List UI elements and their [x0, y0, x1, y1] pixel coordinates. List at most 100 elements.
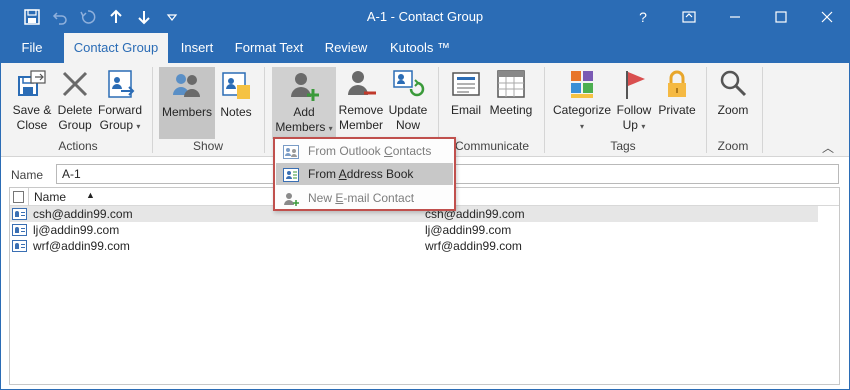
- categorize-button[interactable]: Categorize ▾: [552, 67, 612, 134]
- maximize-icon[interactable]: [758, 0, 804, 33]
- lock-icon: [660, 67, 694, 101]
- update-now-button[interactable]: Update Now: [386, 67, 430, 133]
- title-bar: A-1 - Contact Group ?: [0, 0, 850, 33]
- zoom-icon: [716, 67, 750, 101]
- column-header-name[interactable]: Name: [34, 190, 66, 204]
- add-members-icon: [287, 69, 321, 103]
- members-button[interactable]: Members: [159, 67, 215, 139]
- email-icon: [449, 67, 483, 101]
- tab-insert[interactable]: Insert: [174, 33, 220, 63]
- flag-icon: [617, 67, 651, 101]
- forward-group-icon: [103, 67, 137, 101]
- email-label: Email: [450, 103, 481, 117]
- menu-label-post: ontacts: [392, 144, 432, 158]
- notes-label: Notes: [220, 105, 252, 119]
- menu-label-pre: From Outlook: [308, 144, 385, 158]
- email-button[interactable]: Email: [446, 67, 486, 118]
- collapse-ribbon-icon[interactable]: ︿: [822, 139, 834, 156]
- private-button[interactable]: Private: [656, 67, 698, 118]
- notes-button[interactable]: Notes: [216, 67, 256, 120]
- menu-label-post: ddress Book: [346, 167, 414, 181]
- help-button[interactable]: ?: [620, 0, 666, 33]
- menu-label-post: -mail Contact: [343, 191, 415, 205]
- group-separator: [706, 67, 707, 153]
- tab-format-text[interactable]: Format Text: [230, 33, 308, 63]
- ribbon-display-options-icon[interactable]: [666, 0, 712, 33]
- update-now-label-2: Now: [395, 118, 420, 132]
- add-members-label-1: Add: [293, 105, 315, 119]
- zoom-button[interactable]: Zoom: [712, 67, 754, 118]
- delete-group-button[interactable]: Delete Group: [55, 67, 95, 133]
- menu-label-pre: From: [308, 167, 339, 181]
- menu-label-pre: New: [308, 191, 336, 205]
- add-members-label-2: Members ▾: [275, 120, 333, 134]
- ribbon-tabs: File Contact Group Insert Format Text Re…: [0, 33, 850, 63]
- meeting-icon: [494, 67, 528, 101]
- show-group-label: Show: [192, 139, 224, 153]
- member-name: csh@addin99.com: [33, 207, 133, 221]
- zoom-label: Zoom: [717, 103, 749, 117]
- follow-up-button[interactable]: Follow Up ▾: [613, 67, 655, 134]
- meeting-label: Meeting: [489, 103, 533, 117]
- members-icon: [170, 69, 204, 103]
- member-list: Name ▲ csh@addin99.com csh@addin99.com l…: [9, 187, 840, 385]
- contact-card-column-icon: [13, 191, 24, 203]
- remove-member-label-2: Member: [338, 118, 383, 132]
- tab-contact-group[interactable]: Contact Group: [64, 33, 168, 63]
- forward-group-label-1: Forward: [97, 103, 142, 117]
- save-close-button[interactable]: Save & Close: [9, 67, 55, 133]
- zoom-group-label: Zoom: [717, 139, 749, 153]
- add-members-menu: From Outlook Contacts From Address Book …: [273, 137, 456, 211]
- update-now-icon: [391, 67, 425, 101]
- tab-kutools[interactable]: Kutools ™: [384, 33, 456, 63]
- tags-group-label: Tags: [610, 139, 636, 153]
- actions-group-label: Actions: [58, 139, 98, 153]
- add-members-button[interactable]: Add Members ▾: [272, 67, 336, 139]
- categorize-caret: ▾: [579, 122, 584, 131]
- window-controls: ?: [620, 0, 850, 33]
- update-now-label-1: Update: [388, 103, 428, 117]
- group-separator: [544, 67, 545, 153]
- member-email: lj@addin99.com: [425, 223, 512, 237]
- forward-group-label-2: Group ▾: [99, 118, 141, 132]
- follow-up-label-1: Follow: [616, 103, 652, 117]
- members-label: Members: [161, 105, 212, 119]
- tab-review[interactable]: Review: [318, 33, 374, 63]
- forward-group-button[interactable]: Forward Group ▾: [96, 67, 144, 134]
- minimize-icon[interactable]: [712, 0, 758, 33]
- menu-item-from-outlook-contacts[interactable]: From Outlook Contacts: [276, 140, 453, 162]
- notes-icon: [219, 69, 253, 103]
- save-close-label-2: Close: [16, 118, 48, 132]
- delete-icon: [58, 67, 92, 101]
- tab-file[interactable]: File: [12, 33, 52, 63]
- save-close-label-1: Save &: [12, 103, 52, 117]
- remove-member-label-1: Remove: [338, 103, 384, 117]
- outlook-contacts-icon: [283, 144, 299, 159]
- menu-label-key: C: [384, 144, 393, 158]
- delete-group-label-2: Group: [58, 118, 92, 132]
- contact-card-icon: [12, 240, 27, 252]
- meeting-button[interactable]: Meeting: [486, 67, 536, 118]
- member-email: wrf@addin99.com: [425, 239, 522, 253]
- menu-item-new-email-contact[interactable]: New E-mail Contact: [276, 187, 453, 209]
- communicate-group-label: Communicate: [454, 139, 530, 153]
- menu-item-from-address-book[interactable]: From Address Book: [276, 163, 453, 185]
- save-close-icon: [15, 67, 49, 101]
- table-row[interactable]: lj@addin99.com lj@addin99.com: [10, 222, 818, 238]
- close-icon[interactable]: [804, 0, 850, 33]
- contact-card-icon: [12, 224, 27, 236]
- categorize-label: Categorize: [552, 103, 612, 117]
- categorize-icon: [565, 67, 599, 101]
- group-separator: [264, 67, 265, 153]
- table-row[interactable]: wrf@addin99.com wrf@addin99.com: [10, 238, 818, 254]
- remove-member-icon: [344, 67, 378, 101]
- remove-member-button[interactable]: Remove Member: [337, 67, 385, 133]
- follow-up-label-2: Up ▾: [622, 118, 646, 132]
- menu-label-key: A: [338, 167, 347, 181]
- member-name: wrf@addin99.com: [33, 239, 130, 253]
- address-book-icon: [283, 167, 299, 182]
- column-divider: [28, 188, 29, 206]
- new-contact-icon: [283, 191, 299, 206]
- contact-card-icon: [12, 208, 27, 220]
- delete-group-label-1: Delete: [57, 103, 93, 117]
